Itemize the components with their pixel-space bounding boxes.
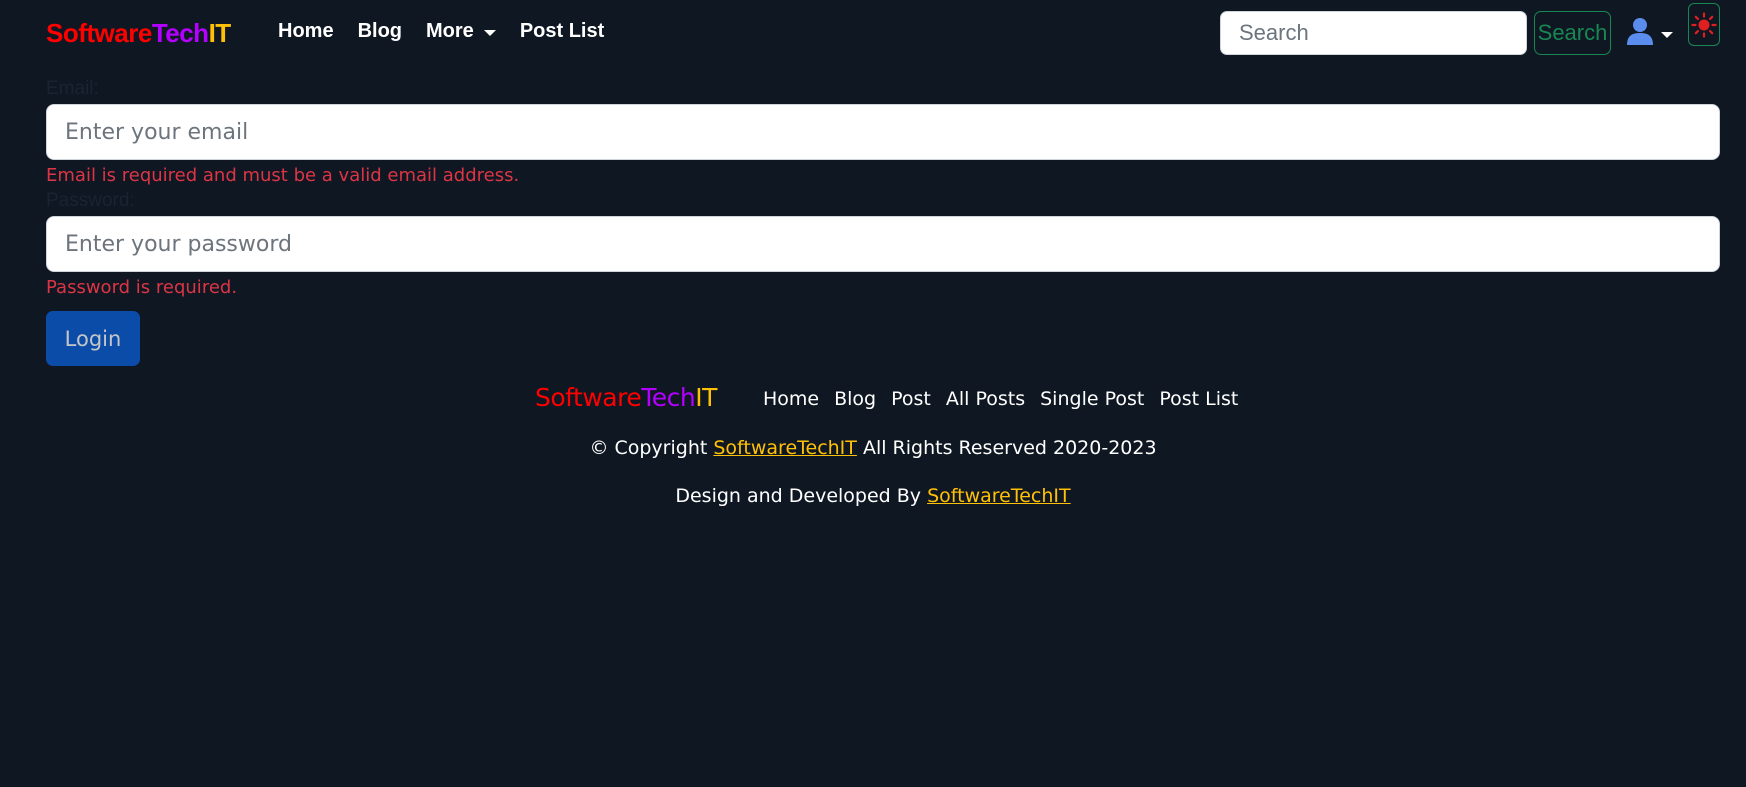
- copyright-prefix: © Copyright: [589, 437, 708, 459]
- login-form: Email: Email is required and must be a v…: [46, 78, 1720, 302]
- password-error: Password is required.: [46, 276, 238, 298]
- password-label: Password:: [46, 190, 135, 211]
- brand-it: IT: [208, 18, 232, 48]
- navbar: SoftwareTechIT Home Blog More Post List …: [0, 0, 1746, 68]
- user-icon: [1627, 18, 1653, 45]
- footer-link-post[interactable]: Post: [891, 388, 931, 410]
- sun-icon: [1691, 11, 1717, 38]
- nav-links: Home Blog More Post List: [278, 20, 604, 43]
- credit-prefix: Design and Developed By: [675, 485, 922, 507]
- chevron-down-icon: [1661, 32, 1673, 38]
- footer-brand-software: Software: [535, 383, 642, 412]
- email-field[interactable]: [46, 104, 1720, 160]
- brand-tech: Tech: [151, 18, 209, 48]
- search-button[interactable]: Search: [1534, 11, 1611, 55]
- nav-post-list[interactable]: Post List: [520, 20, 604, 43]
- copyright-suffix: All Rights Reserved 2020-2023: [862, 437, 1157, 459]
- footer-brand-it: IT: [695, 383, 717, 412]
- nav-more-dropdown[interactable]: More: [426, 20, 496, 43]
- credit-link[interactable]: SoftwareTechIT: [927, 485, 1071, 507]
- login-button[interactable]: Login: [46, 311, 140, 366]
- brand-logo[interactable]: SoftwareTechIT: [46, 18, 231, 49]
- footer-link-blog[interactable]: Blog: [834, 388, 876, 410]
- email-label: Email:: [46, 78, 99, 99]
- nav-home[interactable]: Home: [278, 20, 334, 43]
- footer-brand-logo[interactable]: SoftwareTechIT: [535, 383, 717, 412]
- footer-brand-tech: Tech: [641, 383, 696, 412]
- nav-blog[interactable]: Blog: [358, 20, 402, 43]
- footer-link-post-list[interactable]: Post List: [1159, 388, 1238, 410]
- footer-link-single-post[interactable]: Single Post: [1040, 388, 1144, 410]
- user-menu-dropdown[interactable]: [1625, 16, 1673, 46]
- email-error: Email is required and must be a valid em…: [46, 164, 520, 186]
- footer-link-all-posts[interactable]: All Posts: [946, 388, 1025, 410]
- copyright-link[interactable]: SoftwareTechIT: [713, 437, 857, 459]
- theme-toggle-button[interactable]: [1688, 3, 1720, 46]
- search-input[interactable]: [1220, 11, 1527, 55]
- chevron-down-icon: [483, 29, 496, 36]
- brand-software: Software: [46, 18, 152, 48]
- credit-text: Design and Developed By SoftwareTechIT: [0, 485, 1746, 507]
- footer-links: Home Blog Post All Posts Single Post Pos…: [763, 388, 1238, 410]
- nav-more-label: More: [426, 20, 474, 42]
- password-field[interactable]: [46, 216, 1720, 272]
- footer-link-home[interactable]: Home: [763, 388, 819, 410]
- copyright-text: © Copyright SoftwareTechIT All Rights Re…: [0, 437, 1746, 459]
